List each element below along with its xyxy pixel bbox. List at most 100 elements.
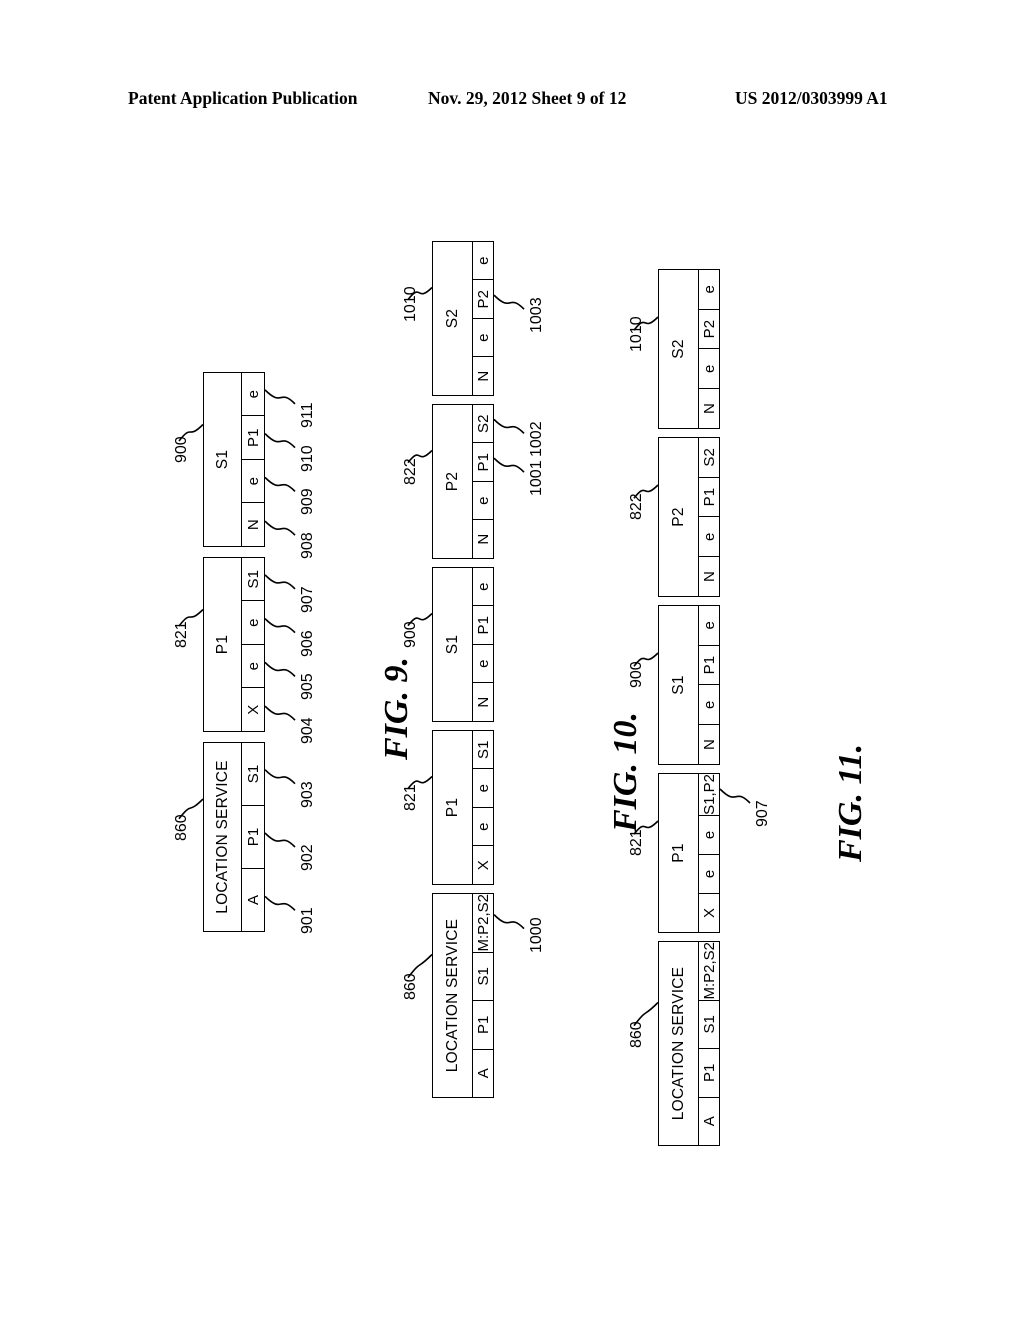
node-cell: e bbox=[699, 348, 719, 389]
node-cell: e bbox=[242, 600, 264, 644]
node-label: P2 bbox=[659, 438, 699, 596]
node-cell: N bbox=[699, 724, 719, 764]
reference-numeral: 911 bbox=[299, 402, 316, 428]
reference-numeral: 1000 bbox=[528, 917, 545, 953]
node-cell: N bbox=[699, 556, 719, 596]
node-cells: Ne P2 e bbox=[473, 242, 493, 395]
header-date-sheet-label: Nov. 29, 2012 Sheet 9 of 12 bbox=[428, 88, 627, 108]
node-p1: P1 Xe e S1 bbox=[432, 730, 494, 885]
node-p2: P2 Ne P1 S2 bbox=[432, 404, 494, 559]
node-cells: A P1 S1 M:P2,S2 bbox=[473, 894, 493, 1097]
reference-numeral: 1001 bbox=[528, 460, 545, 497]
node-label: S1 bbox=[204, 373, 242, 546]
node-cell: A bbox=[699, 1096, 719, 1145]
node-s2: S2 Ne P2 e bbox=[658, 269, 720, 429]
node-cell: S2 bbox=[700, 448, 718, 467]
node-location-service: LOCATION SERVICE A P1 S1 M:P2,S2 bbox=[658, 941, 720, 1146]
node-cell: N bbox=[473, 356, 493, 395]
node-cell: P2 bbox=[473, 279, 493, 318]
node-cell: P1 bbox=[242, 415, 264, 459]
node-cell: P1 bbox=[473, 442, 493, 481]
node-cell: P1 bbox=[473, 605, 493, 644]
reference-numeral: 860 bbox=[628, 1020, 645, 1048]
node-label: P1 bbox=[204, 558, 242, 731]
node-label: P2 bbox=[433, 405, 473, 558]
node-location-service: LOCATION SERVICE A P1 S1 M:P2,S2 bbox=[432, 893, 494, 1098]
node-cells: Ne P1 S2 bbox=[473, 405, 493, 558]
header-publication-number: US 2012/0303999 A1 bbox=[735, 88, 888, 108]
node-cell: S1 bbox=[699, 999, 719, 1049]
node-cell: S1 bbox=[244, 570, 262, 589]
node-cell: e bbox=[473, 481, 493, 520]
reference-numeral: 1002 bbox=[528, 421, 545, 458]
node-s1: S1 Ne P1 e bbox=[658, 605, 720, 765]
reference-numeral: 901 bbox=[299, 907, 316, 935]
node-label: LOCATION SERVICE bbox=[204, 743, 242, 931]
node-cell: e bbox=[473, 318, 493, 357]
node-cells: Ne P1 e bbox=[242, 373, 264, 546]
node-cell: S1,P2 bbox=[700, 773, 718, 815]
node-s1: S1 Ne P1 e bbox=[432, 567, 494, 722]
reference-numeral: 822 bbox=[628, 493, 645, 521]
node-cell: e bbox=[242, 644, 264, 688]
node-cell: S1 bbox=[244, 764, 262, 784]
node-cell: e bbox=[699, 814, 719, 854]
node-cell: A bbox=[473, 1048, 493, 1097]
node-cell: e bbox=[699, 684, 719, 725]
reference-numeral: 905 bbox=[299, 673, 316, 701]
node-cell: X bbox=[242, 687, 264, 731]
node-cell: P1 bbox=[242, 805, 264, 868]
node-cell: e bbox=[473, 768, 493, 807]
node-cell: N bbox=[473, 682, 493, 721]
node-cell: P1 bbox=[473, 1000, 493, 1049]
node-cell: M:P2,S2 bbox=[474, 894, 492, 952]
figure-caption: FIG. 10. bbox=[607, 712, 644, 832]
node-cell: e bbox=[699, 516, 719, 557]
node-cell: S2 bbox=[474, 414, 492, 433]
node-cells: Ne P1 e bbox=[473, 568, 493, 721]
node-cells: Xe e S1 bbox=[473, 731, 493, 884]
node-label: LOCATION SERVICE bbox=[659, 942, 699, 1145]
node-cell: e bbox=[700, 285, 718, 294]
node-cell: N bbox=[242, 502, 264, 546]
reference-numeral: 900 bbox=[628, 661, 645, 689]
reference-numeral: 910 bbox=[299, 444, 316, 472]
node-cell: e bbox=[473, 807, 493, 846]
reference-numeral: 908 bbox=[299, 532, 316, 560]
node-cell: P1 bbox=[699, 1048, 719, 1097]
node-location-service: LOCATION SERVICE A P1 S1 bbox=[203, 742, 265, 932]
node-cells: Xe e S1 bbox=[242, 558, 264, 731]
node-cells: Xe e S1,P2 bbox=[699, 774, 719, 932]
reference-numeral: 821 bbox=[628, 829, 645, 857]
node-label: S1 bbox=[659, 606, 699, 764]
node-cells: Ne P1 S2 bbox=[699, 438, 719, 596]
node-s2: S2 Ne P2 e bbox=[432, 241, 494, 396]
reference-numeral: 906 bbox=[299, 629, 316, 657]
node-label: LOCATION SERVICE bbox=[433, 894, 473, 1097]
reference-numeral: 821 bbox=[173, 621, 190, 648]
reference-numeral: 907 bbox=[299, 586, 316, 613]
figure-caption: FIG. 11. bbox=[832, 743, 869, 862]
node-cell: X bbox=[699, 892, 719, 932]
reference-numeral: 860 bbox=[173, 814, 190, 841]
node-cell: X bbox=[473, 845, 493, 884]
leader-lines bbox=[178, 286, 751, 1027]
node-cell: P1 bbox=[699, 644, 719, 685]
node-cell: N bbox=[699, 388, 719, 428]
figure-caption: FIG. 9. bbox=[378, 657, 415, 760]
node-label: S2 bbox=[433, 242, 473, 395]
reference-numeral: 900 bbox=[173, 436, 190, 463]
node-p1: P1 Xe e S1,P2 bbox=[658, 773, 720, 933]
reference-numeral: 903 bbox=[299, 780, 316, 808]
reference-numeral: 822 bbox=[402, 457, 419, 485]
node-p1: P1 Xe e S1 bbox=[203, 557, 265, 732]
sheet-header: Patent Application Publication Nov. 29, … bbox=[0, 88, 1024, 114]
reference-numeral: 860 bbox=[402, 972, 419, 1000]
reference-numeral: 1003 bbox=[528, 297, 545, 334]
reference-numeral: 1010 bbox=[628, 316, 645, 353]
node-cells: A P1 S1 bbox=[242, 743, 264, 931]
node-cell: e bbox=[699, 853, 719, 893]
node-p2: P2 Ne P1 S2 bbox=[658, 437, 720, 597]
node-cell: e bbox=[242, 459, 264, 503]
node-cell: A bbox=[242, 868, 264, 931]
